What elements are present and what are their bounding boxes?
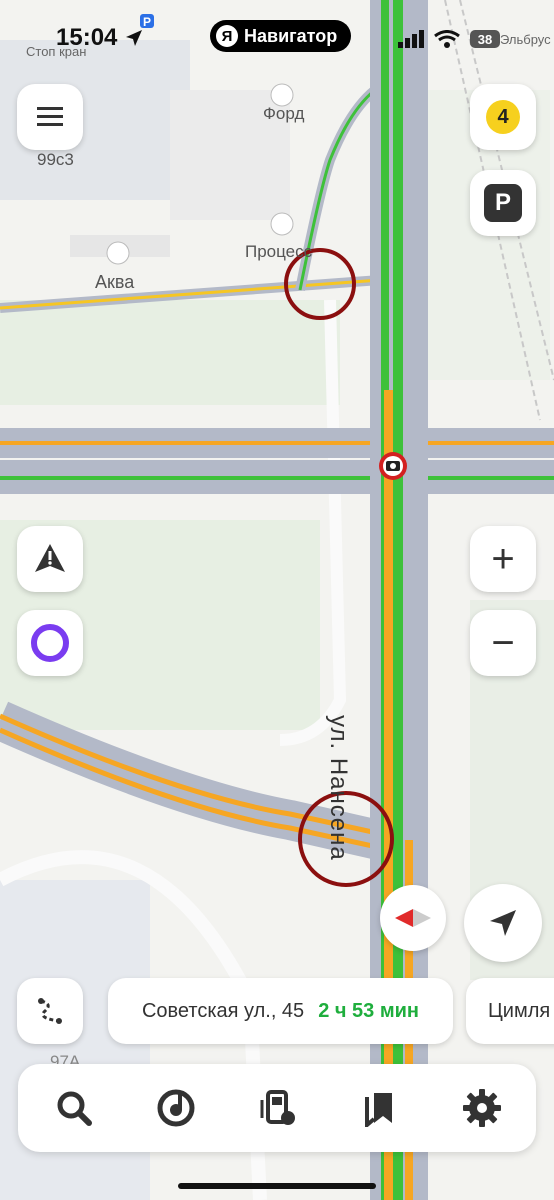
route-options-button[interactable] <box>17 978 83 1044</box>
location-arrow-icon <box>126 30 142 46</box>
route-address: Советская ул., 45 <box>141 999 305 1022</box>
parking-button[interactable]: P <box>470 170 536 236</box>
music-icon <box>157 1089 195 1127</box>
hamburger-icon <box>37 107 63 126</box>
navigation-arrow-icon <box>490 910 516 936</box>
zoom-in-button[interactable]: + <box>470 526 536 592</box>
menu-button[interactable] <box>17 84 83 150</box>
music-button[interactable] <box>154 1086 198 1130</box>
status-bar: 15:04 Я Навигатор 38 <box>0 0 554 80</box>
home-indicator[interactable] <box>178 1183 376 1189</box>
street-label: ул. Нансена <box>325 715 352 861</box>
zoom-out-button[interactable]: − <box>470 610 536 676</box>
compass-icon <box>395 909 431 927</box>
app-name: Навигатор <box>244 25 338 46</box>
traffic-button[interactable]: 4 <box>470 84 536 150</box>
poi-label: Процесс <box>245 242 313 261</box>
report-incident-button[interactable] <box>17 526 83 592</box>
poi-label: Форд <box>263 104 305 123</box>
compass-button[interactable] <box>380 885 446 951</box>
search-button[interactable] <box>52 1086 96 1130</box>
search-icon <box>57 1091 92 1126</box>
minus-icon: − <box>491 621 515 665</box>
traffic-level: 4 <box>486 100 520 134</box>
alt-destination: Цимля <box>488 999 551 1022</box>
gas-station-icon <box>260 1090 295 1125</box>
clock: 15:04 <box>56 24 118 51</box>
my-location-button[interactable] <box>464 884 542 962</box>
alice-button[interactable] <box>17 610 83 676</box>
wifi-icon <box>434 30 460 48</box>
settings-button[interactable] <box>460 1086 504 1130</box>
app-badge: Я Навигатор <box>210 20 352 52</box>
warning-icon <box>35 544 65 572</box>
yandex-logo: Я <box>216 25 238 47</box>
route-icon <box>38 998 62 1024</box>
poi-label: 99с3 <box>37 150 74 169</box>
park-area <box>0 300 340 405</box>
settings-icon <box>463 1089 501 1127</box>
alt-route-card[interactable]: Цимля <box>466 978 554 1044</box>
parking-icon: P <box>484 184 522 222</box>
bookmarks-button[interactable] <box>358 1086 402 1130</box>
bookmarks-icon <box>365 1093 392 1127</box>
poi-label: Аква <box>95 272 135 292</box>
bottom-toolbar <box>18 1064 536 1152</box>
route-eta: 2 ч 53 мин <box>318 999 420 1022</box>
plus-icon: + <box>491 537 515 581</box>
alice-icon <box>31 624 69 662</box>
gas-station-button[interactable] <box>256 1086 300 1130</box>
battery-indicator: 38 <box>470 30 500 48</box>
cellular-signal-icon <box>398 30 424 48</box>
route-card[interactable]: Советская ул., 45 2 ч 53 мин <box>108 978 453 1044</box>
